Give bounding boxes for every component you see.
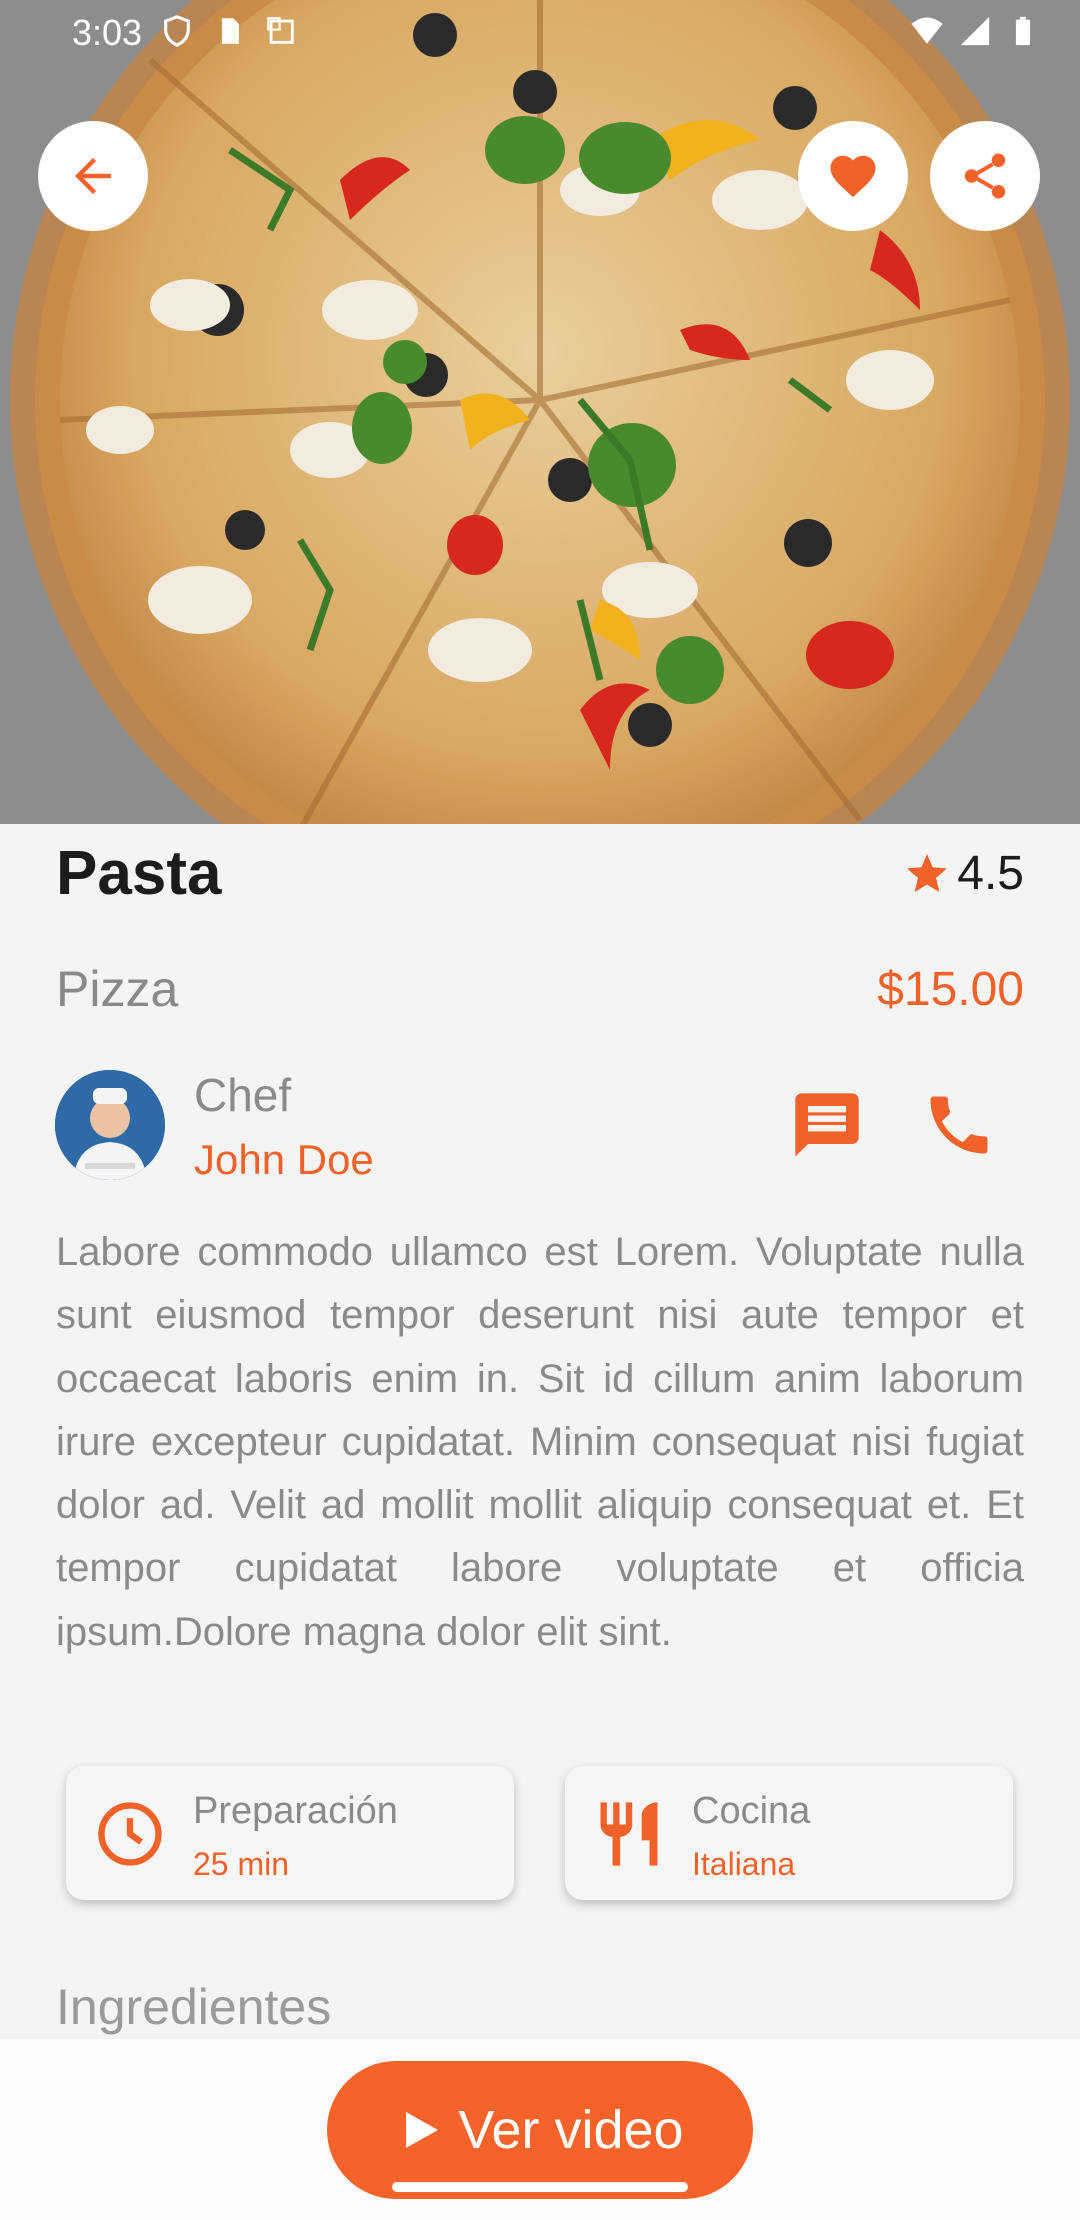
status-time: 3:03 <box>72 12 143 53</box>
star-icon <box>907 853 948 892</box>
arrow-back-icon <box>75 158 111 194</box>
chef-photo <box>55 1070 165 1180</box>
chef-role: Chef <box>194 1069 292 1121</box>
share-icon <box>964 153 1006 199</box>
chef-name[interactable]: John Doe <box>194 1136 374 1184</box>
preparation-label: Preparación <box>193 1790 398 1832</box>
message-icon <box>795 1093 859 1157</box>
status-bar: 3:03 <box>0 0 1080 66</box>
favorite-button[interactable] <box>798 121 908 231</box>
share-button[interactable] <box>930 121 1040 231</box>
screenshot-icon <box>267 17 294 44</box>
heart-icon <box>830 155 876 198</box>
call-button[interactable] <box>919 1085 999 1165</box>
status-right-icons <box>910 14 1040 48</box>
home-indicator[interactable] <box>392 2182 688 2192</box>
play-icon <box>406 2112 439 2148</box>
preparation-card: Preparación 25 min <box>66 1766 514 1900</box>
restaurant-icon <box>591 1796 667 1872</box>
rating: 4.5 <box>903 846 1024 901</box>
signal-icon <box>960 16 990 46</box>
preparation-value: 25 min <box>193 1846 290 1882</box>
shield-icon <box>164 15 190 47</box>
recipe-category: Pizza <box>56 961 179 1017</box>
watch-video-button[interactable]: Ver video <box>327 2061 753 2199</box>
sim-card-icon <box>221 18 239 44</box>
recipe-price: $15.00 <box>877 963 1024 1016</box>
phone-icon <box>930 1096 988 1154</box>
cuisine-value: Italiana <box>692 1846 796 1882</box>
status-left-icons <box>160 14 298 48</box>
pizza-image <box>0 0 1080 824</box>
battery-icon <box>1015 16 1031 46</box>
back-button[interactable] <box>38 121 148 231</box>
cuisine-label: Cocina <box>692 1790 811 1832</box>
clock-icon <box>92 1796 168 1872</box>
recipe-description: Labore commodo ullamco est Lorem. Volupt… <box>56 1230 1024 1654</box>
ingredients-heading: Ingredientes <box>56 1979 332 2035</box>
recipe-title: Pasta <box>56 839 222 908</box>
hero-image <box>0 0 1080 824</box>
rating-value: 4.5 <box>957 847 1024 900</box>
message-button[interactable] <box>787 1085 867 1165</box>
chef-avatar[interactable] <box>55 1070 165 1180</box>
watch-video-label: Ver video <box>458 2100 684 2160</box>
cuisine-card: Cocina Italiana <box>565 1766 1013 1900</box>
wifi-icon <box>911 17 943 44</box>
